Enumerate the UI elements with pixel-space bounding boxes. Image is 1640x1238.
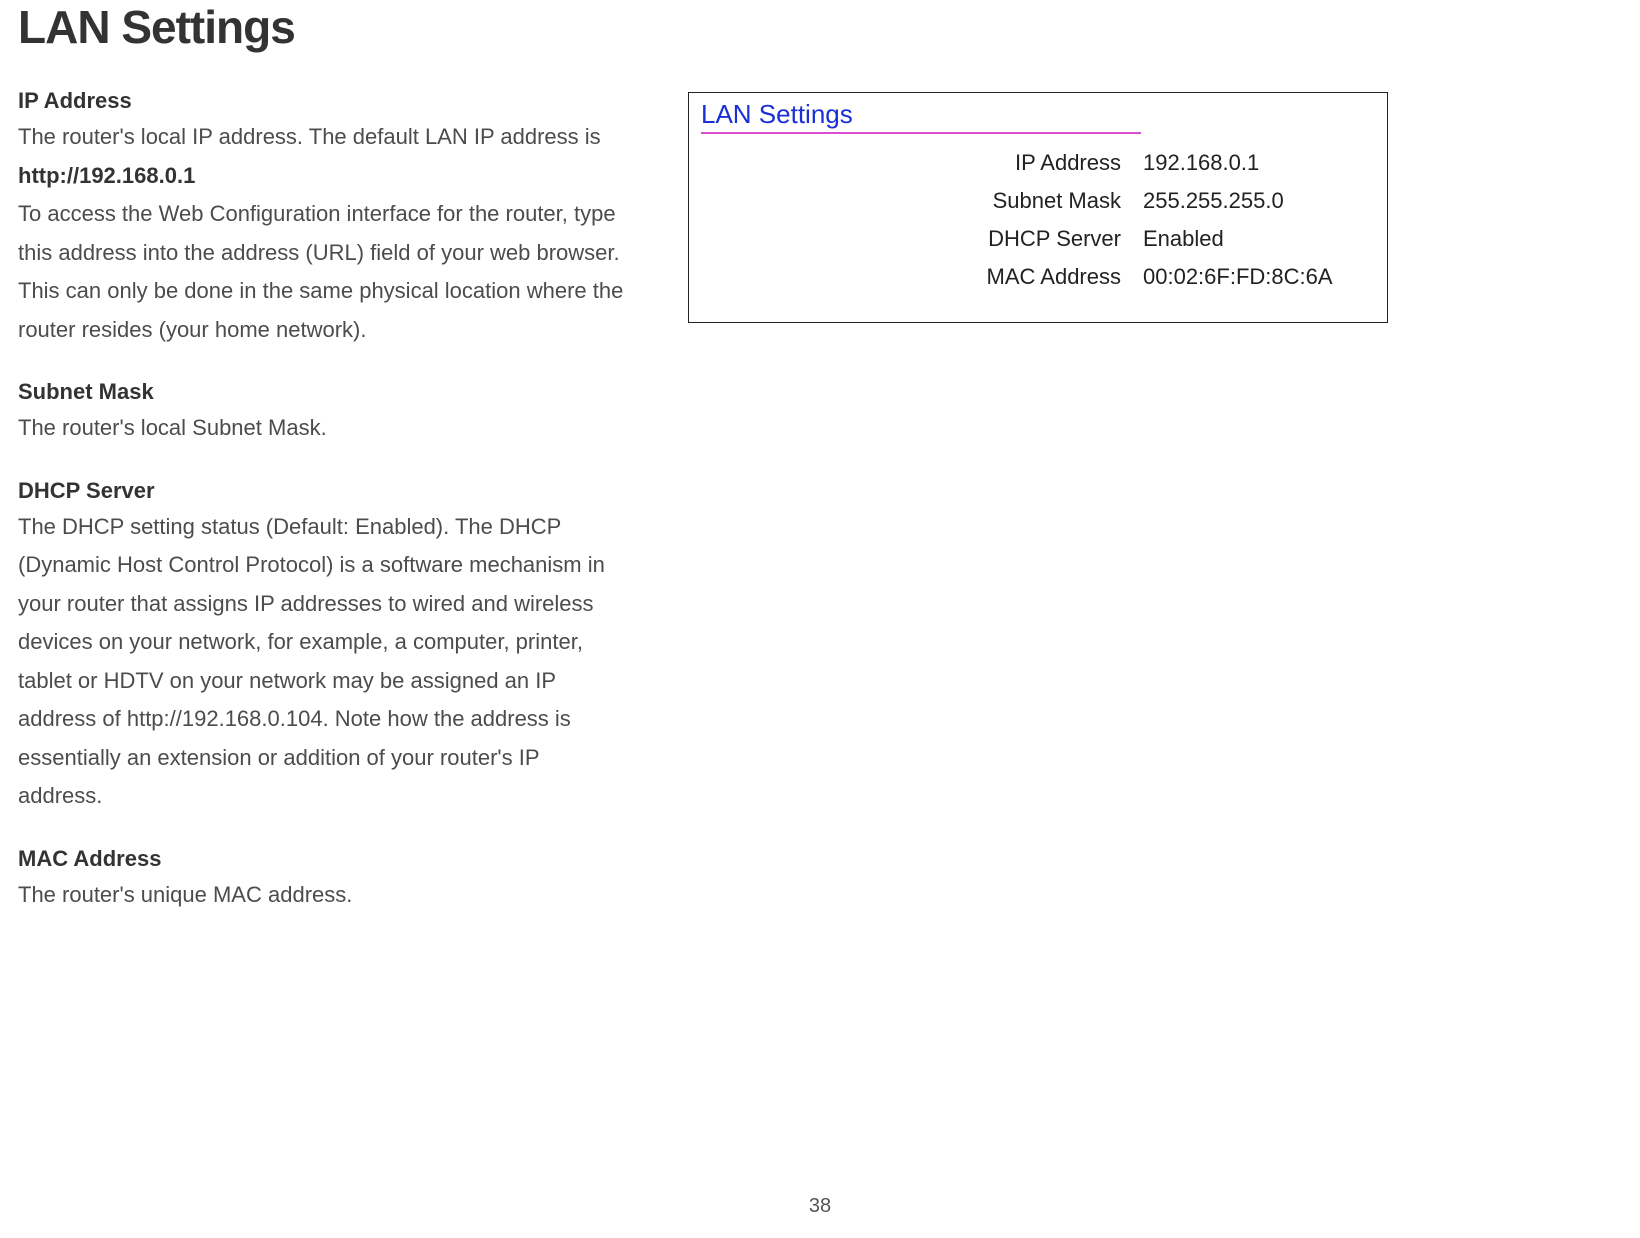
panel-value-dhcp-server: Enabled	[1143, 226, 1224, 252]
ip-address-text-2: To access the Web Configuration interfac…	[18, 201, 623, 342]
panel-label-ip-address: IP Address	[941, 150, 1143, 176]
page-title: LAN Settings	[18, 0, 1622, 54]
panel-row-dhcp-server: DHCP Server Enabled	[941, 226, 1375, 252]
settings-panel-column: LAN Settings IP Address 192.168.0.1 Subn…	[688, 88, 1622, 944]
panel-label-dhcp-server: DHCP Server	[941, 226, 1143, 252]
panel-value-mac-address: 00:02:6F:FD:8C:6A	[1143, 264, 1333, 290]
section-body-subnet-mask: The router's local Subnet Mask.	[18, 409, 628, 448]
section-heading-ip-address: IP Address	[18, 88, 628, 114]
section-body-mac-address: The router's unique MAC address.	[18, 876, 628, 915]
panel-label-subnet-mask: Subnet Mask	[941, 188, 1143, 214]
page-number: 38	[0, 1195, 1640, 1218]
panel-title: LAN Settings	[701, 99, 853, 129]
section-body-ip-address: The router's local IP address. The defau…	[18, 118, 628, 349]
default-ip-address: http://192.168.0.1	[18, 163, 195, 188]
section-dhcp-server: DHCP Server The DHCP setting status (Def…	[18, 478, 628, 816]
content-area: IP Address The router's local IP address…	[18, 88, 1622, 944]
panel-value-ip-address: 192.168.0.1	[1143, 150, 1259, 176]
lan-settings-panel: LAN Settings IP Address 192.168.0.1 Subn…	[688, 92, 1388, 323]
section-heading-subnet-mask: Subnet Mask	[18, 379, 628, 405]
ip-address-text-1: The router's local IP address. The defau…	[18, 124, 601, 149]
panel-row-ip-address: IP Address 192.168.0.1	[941, 150, 1375, 176]
section-subnet-mask: Subnet Mask The router's local Subnet Ma…	[18, 379, 628, 448]
section-heading-dhcp-server: DHCP Server	[18, 478, 628, 504]
panel-label-mac-address: MAC Address	[941, 264, 1143, 290]
panel-row-subnet-mask: Subnet Mask 255.255.255.0	[941, 188, 1375, 214]
section-body-dhcp-server: The DHCP setting status (Default: Enable…	[18, 508, 628, 816]
panel-value-subnet-mask: 255.255.255.0	[1143, 188, 1284, 214]
panel-row-mac-address: MAC Address 00:02:6F:FD:8C:6A	[941, 264, 1375, 290]
panel-rows: IP Address 192.168.0.1 Subnet Mask 255.2…	[701, 150, 1375, 290]
panel-title-wrap: LAN Settings	[701, 99, 1141, 134]
section-mac-address: MAC Address The router's unique MAC addr…	[18, 846, 628, 915]
description-column: IP Address The router's local IP address…	[18, 88, 628, 944]
section-heading-mac-address: MAC Address	[18, 846, 628, 872]
section-ip-address: IP Address The router's local IP address…	[18, 88, 628, 349]
